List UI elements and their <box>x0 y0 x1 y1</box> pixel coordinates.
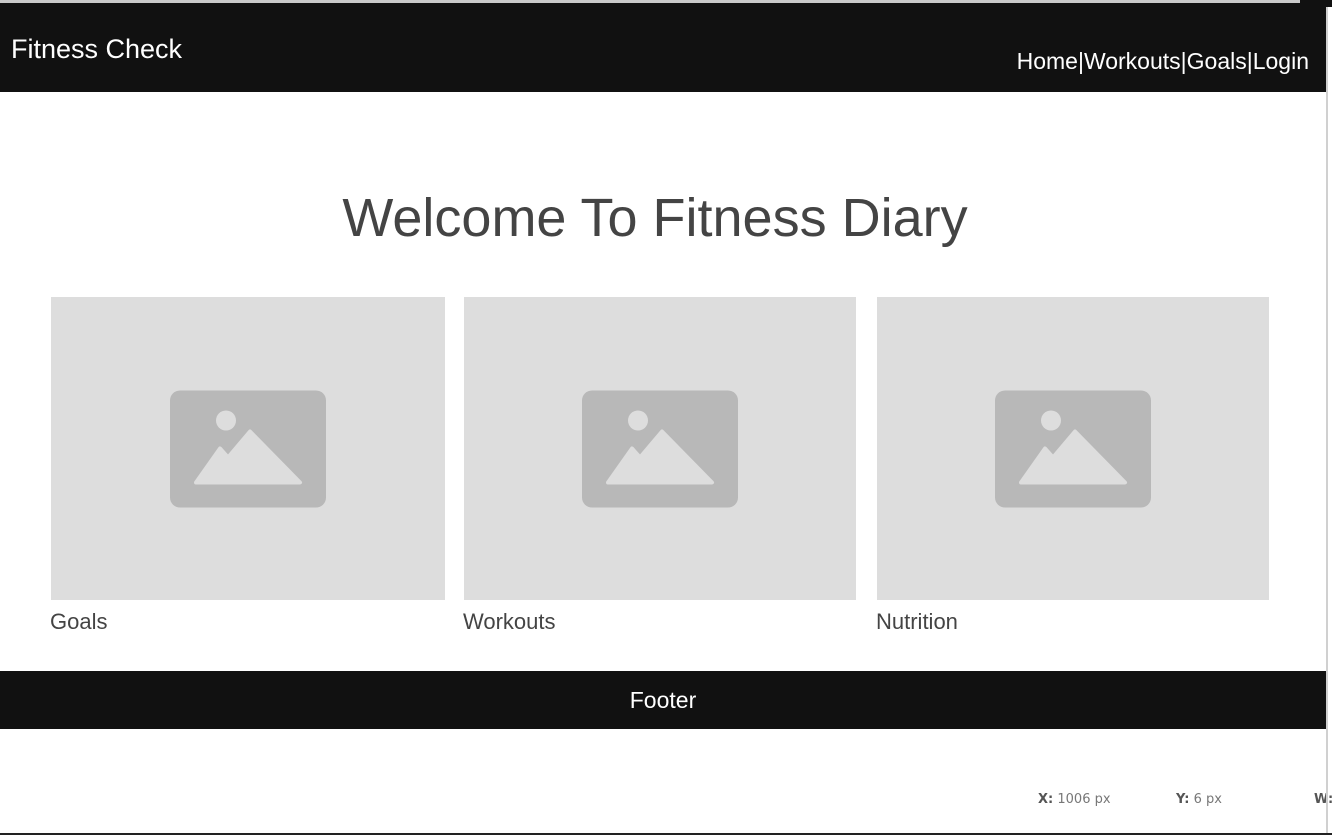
image-placeholder-icon <box>582 390 738 507</box>
card-image[interactable] <box>464 297 856 600</box>
inspector-x-value: 1006 px <box>1057 792 1111 807</box>
card-image[interactable] <box>877 297 1269 600</box>
page-title: Welcome To Fitness Diary <box>342 188 968 248</box>
footer-text: Footer <box>629 687 697 713</box>
nav-link-home[interactable]: Home <box>1017 48 1078 74</box>
inspector-x-label: X: <box>1038 792 1054 807</box>
inspector-w-readout: W: <box>1314 792 1332 808</box>
inspector-x-readout: X: 1006 px <box>1038 792 1111 808</box>
card-workouts: Workouts <box>463 297 856 634</box>
nav-link-goals[interactable]: Goals <box>1187 48 1247 74</box>
nav-link-workouts[interactable]: Workouts <box>1084 48 1181 74</box>
site-footer: Footer <box>0 671 1326 729</box>
nav-link-login[interactable]: Login <box>1253 48 1309 74</box>
inspector-y-readout: Y: 6 px <box>1176 792 1222 808</box>
card-label[interactable]: Goals <box>50 609 107 635</box>
card-label[interactable]: Nutrition <box>876 609 958 635</box>
inspector-w-label: W: <box>1314 792 1332 807</box>
card-label[interactable]: Workouts <box>463 609 556 635</box>
main-nav: Home|Workouts|Goals|Login <box>1017 47 1309 75</box>
card-nutrition: Nutrition <box>876 297 1269 634</box>
site-header: Fitness Check Home|Workouts|Goals|Login <box>0 3 1326 92</box>
card-image[interactable] <box>51 297 445 600</box>
brand-title[interactable]: Fitness Check <box>11 32 182 66</box>
image-placeholder-icon <box>995 390 1151 507</box>
image-placeholder-icon <box>170 390 326 507</box>
inspector-y-value: 6 px <box>1193 792 1222 807</box>
inspector-y-label: Y: <box>1176 792 1190 807</box>
card-goals: Goals <box>50 297 445 634</box>
window-right-edge <box>1326 7 1328 835</box>
